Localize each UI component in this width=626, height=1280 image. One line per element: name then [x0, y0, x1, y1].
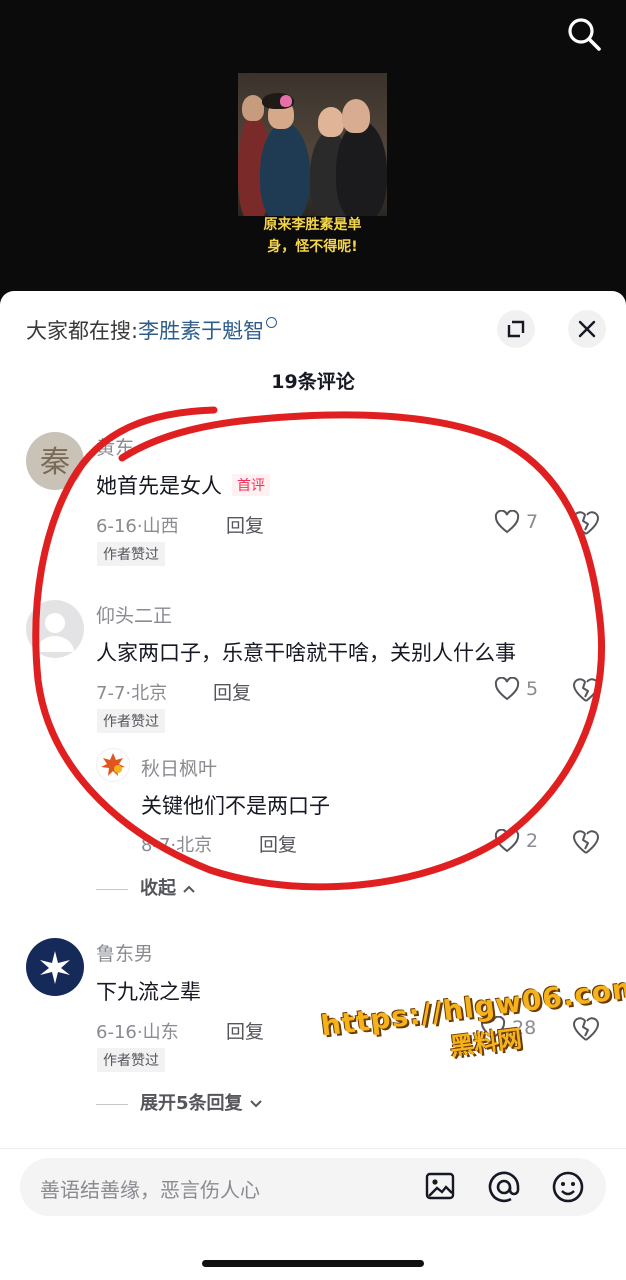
like-button[interactable]: 5 — [494, 677, 538, 701]
close-icon — [578, 320, 596, 338]
comment-date-location: 6-16·山东 — [96, 1022, 179, 1043]
maple-leaf-icon — [101, 753, 125, 776]
trending-search[interactable]: 大家都在搜:李胜素于魁智 — [26, 315, 278, 345]
comment-input-placeholder: 善语结善缘，恶言伤人心 — [40, 1178, 260, 1202]
emoji-icon[interactable] — [551, 1170, 585, 1204]
expand-button[interactable] — [497, 310, 535, 348]
author-liked-badge: 作者赞过 — [97, 542, 165, 566]
collapse-replies-button[interactable]: 收起 — [96, 874, 196, 900]
caption-line-1: 原来李胜素是单 — [263, 217, 362, 233]
fold-divider — [96, 888, 128, 890]
like-button[interactable]: 2 — [494, 829, 538, 853]
comment-input[interactable]: 善语结善缘，恶言伤人心 — [20, 1158, 606, 1216]
trending-search-keyword[interactable]: 李胜素于魁智 — [138, 319, 264, 343]
heart-icon — [494, 829, 520, 853]
caption-line-2: 身，怪不得呢! — [267, 239, 358, 255]
avatar[interactable] — [26, 600, 84, 658]
dislike-button[interactable] — [572, 677, 600, 707]
dislike-button[interactable] — [572, 829, 600, 859]
comment-date-location: 7-7·北京 — [96, 683, 168, 704]
comment-text: 人家两口子，乐意干啥就干啥，关别人什么事 — [96, 641, 516, 665]
reply-avatar[interactable] — [96, 748, 130, 782]
comment-date-location: 6-16·山西 — [96, 516, 179, 537]
reply-button[interactable]: 回复 — [259, 830, 297, 857]
svg-text:秦: 秦 — [40, 445, 70, 480]
video-thumbnail[interactable] — [238, 73, 387, 216]
dislike-button[interactable] — [572, 510, 600, 540]
home-indicator[interactable] — [202, 1260, 424, 1267]
comment-sheet — [0, 291, 626, 1280]
close-button[interactable] — [568, 310, 606, 348]
like-count: 2 — [526, 830, 539, 852]
input-divider — [0, 1148, 626, 1149]
chevron-up-icon — [183, 885, 195, 893]
broken-heart-icon — [573, 678, 599, 702]
heart-icon — [494, 510, 520, 534]
comment-text-content: 她首先是女人 — [96, 474, 222, 498]
comment-text: 她首先是女人 首评 — [96, 470, 270, 500]
reply-button[interactable]: 回复 — [226, 511, 264, 538]
comment-text: 下九流之辈 — [96, 980, 201, 1004]
reply-text: 关键他们不是两口子 — [141, 794, 330, 818]
at-icon[interactable] — [487, 1170, 521, 1204]
calligraphy-avatar-icon: 秦 — [40, 445, 70, 480]
chevron-down-icon — [250, 1100, 262, 1108]
broken-heart-icon — [573, 830, 599, 854]
video-caption: 原来李胜素是单 身，怪不得呢! — [238, 214, 387, 258]
collapse-label: 收起 — [140, 878, 176, 899]
reply-username[interactable]: 秋日枫叶 — [141, 754, 217, 781]
default-avatar-icon — [36, 613, 74, 652]
comment-username[interactable]: 鲁东男 — [96, 939, 153, 966]
avatar[interactable] — [26, 938, 84, 996]
search-icon — [568, 18, 601, 51]
reply-date-location: 8-7·北京 — [141, 835, 213, 856]
star-avatar-icon — [40, 951, 70, 984]
like-count: 5 — [526, 678, 539, 700]
reply-button[interactable]: 回复 — [213, 678, 251, 705]
like-button[interactable]: 7 — [494, 510, 538, 534]
expand-label: 展开5条回复 — [140, 1093, 243, 1114]
heart-icon — [494, 677, 520, 701]
first-comment-badge: 首评 — [232, 474, 270, 496]
reply-button[interactable]: 回复 — [226, 1017, 264, 1044]
author-liked-badge: 作者赞过 — [97, 1048, 165, 1072]
broken-heart-icon — [573, 511, 599, 535]
expand-replies-button[interactable]: 展开5条回复 — [96, 1089, 263, 1115]
like-count: 7 — [526, 511, 539, 533]
comment-username[interactable]: 黄东 — [96, 433, 134, 460]
small-search-icon — [266, 317, 278, 328]
trending-search-prefix: 大家都在搜: — [26, 319, 139, 343]
comment-count: 19条评论 — [271, 371, 355, 393]
search-button[interactable] — [564, 14, 604, 54]
video-player[interactable]: 原来李胜素是单 身，怪不得呢! — [0, 0, 626, 300]
author-liked-badge: 作者赞过 — [97, 709, 165, 733]
avatar[interactable]: 秦 — [26, 432, 84, 490]
image-icon[interactable] — [424, 1170, 456, 1202]
comment-username[interactable]: 仰头二正 — [96, 601, 172, 628]
fold-divider — [96, 1103, 128, 1105]
expand-icon — [507, 320, 525, 338]
